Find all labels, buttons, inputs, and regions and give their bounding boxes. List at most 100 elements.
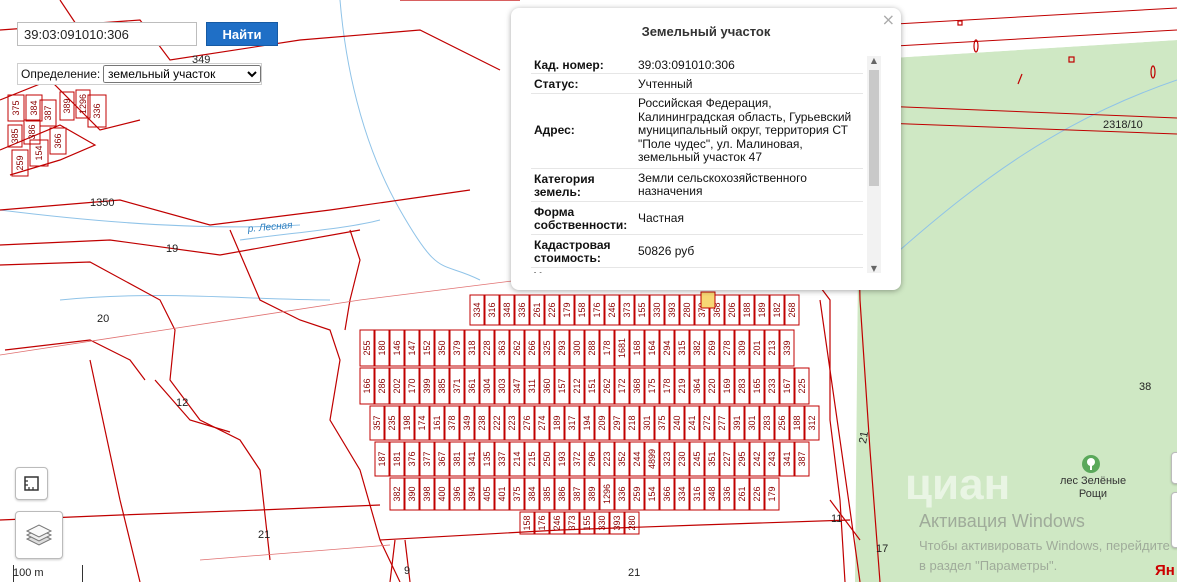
parcel-number: 250: [542, 451, 552, 466]
parcel-number: 349: [462, 415, 472, 430]
parcel-number: 272: [702, 415, 712, 430]
parcel-number: 348: [707, 486, 717, 501]
parcel-info-popup: × Земельный участок Кад. номер: 39:03:09…: [511, 8, 901, 290]
parcel-number: 155: [637, 302, 647, 317]
parcel-number: 283: [762, 415, 772, 430]
parcel-number: 227: [722, 451, 732, 466]
parcel-number: 386: [557, 486, 567, 501]
layers-button[interactable]: [15, 511, 63, 559]
info-value: Земли сельскохозяйственного назначения: [638, 171, 807, 198]
parcel-number: 400: [437, 486, 447, 501]
definition-select[interactable]: земельный участок: [103, 65, 261, 83]
parcel-number: 154: [647, 486, 657, 501]
parcel-number: 223: [602, 451, 612, 466]
parcel-number: 393: [612, 515, 622, 530]
parcel-number: 396: [452, 486, 462, 501]
ruler-icon: [24, 476, 39, 491]
parcel-number: 146: [392, 340, 402, 355]
parcel-number: 348: [502, 302, 512, 317]
parcel-number: 399: [422, 378, 432, 393]
definition-label: Определение:: [21, 67, 101, 81]
parcel-number: 371: [452, 378, 462, 393]
info-key: Адрес:: [534, 123, 575, 137]
parcel-number: 336: [92, 103, 102, 118]
parcel-number: 376: [407, 451, 417, 466]
zoom-control[interactable]: [1171, 452, 1177, 484]
parcel-number: 201: [752, 340, 762, 355]
info-row-ownership: Форма собственности: Частная: [531, 202, 863, 235]
parcel-number: 387: [43, 105, 53, 120]
road-thin-lines: [0, 279, 521, 561]
parcel-number: 157: [557, 378, 567, 393]
parcel-number: 166: [362, 378, 372, 393]
parcel-number: 325: [542, 340, 552, 355]
find-button[interactable]: Найти: [206, 22, 278, 46]
parcel-number: 277: [717, 415, 727, 430]
parcel-number: 286: [377, 378, 387, 393]
parcel-number: 174: [417, 415, 427, 430]
parcel-number: 368: [632, 378, 642, 393]
parcel-number: 165: [752, 378, 762, 393]
parcel-number: 278: [722, 340, 732, 355]
parcel-number: 309: [737, 340, 747, 355]
parcel-number: 255: [362, 340, 372, 355]
info-key: Категория земель:: [534, 172, 595, 199]
selected-parcel-marker: [700, 291, 716, 309]
parcel-number: 372: [572, 451, 582, 466]
scroll-thumb[interactable]: [869, 70, 879, 186]
popup-scrollbar[interactable]: ▲ ▼: [867, 56, 881, 273]
parcel-number: 167: [782, 378, 792, 393]
scroll-down-icon[interactable]: ▼: [867, 264, 881, 273]
parcel-number: 228: [482, 340, 492, 355]
parcel-number: 246: [607, 302, 617, 317]
parcel-number: 361: [467, 378, 477, 393]
map-area-label: 9: [404, 565, 410, 577]
parcel-number: 213: [767, 340, 777, 355]
parcel-number: 296: [587, 451, 597, 466]
info-key: Форма собственности:: [534, 205, 628, 232]
info-value: Российская Федерация, Калининградская об…: [638, 96, 852, 164]
parcel-number: 367: [437, 451, 447, 466]
parcel-number: 360: [542, 378, 552, 393]
info-value: 39:03:091010:306: [638, 58, 735, 72]
parcel-number: 280: [627, 515, 637, 530]
info-value: Частная: [638, 211, 684, 225]
parcel-number: 194: [582, 415, 592, 430]
parcel-number: 364: [692, 378, 702, 393]
parcel-number: 381: [452, 451, 462, 466]
parcel-number: 384: [29, 100, 39, 115]
parcel-number: 303: [497, 378, 507, 393]
parcel-number: 373: [567, 515, 577, 530]
parcel-number: 182: [772, 302, 782, 317]
info-key: Статус:: [534, 77, 579, 91]
parcel-number: 336: [617, 486, 627, 501]
parcel-number: 301: [642, 415, 652, 430]
parcel-number: 316: [692, 486, 702, 501]
parcel-number: 334: [472, 302, 482, 317]
popup-body[interactable]: Кад. номер: 39:03:091010:306 Статус: Учт…: [531, 56, 883, 273]
parcel-number: 206: [727, 302, 737, 317]
ruler-button[interactable]: [15, 467, 48, 500]
parcel-number: 323: [662, 451, 672, 466]
parcel-number: 230: [677, 451, 687, 466]
info-row-clarified: Уточненная: [531, 268, 863, 274]
parcel-number: 276: [522, 415, 532, 430]
scroll-up-icon[interactable]: ▲: [867, 56, 881, 65]
parcel-number: 158: [522, 515, 532, 530]
parcel-number: 179: [562, 302, 572, 317]
parcel-number: 316: [487, 302, 497, 317]
parcel-number: 241: [687, 415, 697, 430]
info-row-address: Адрес: Российская Федерация, Калининград…: [531, 94, 863, 169]
parcel-number: 317: [567, 415, 577, 430]
parcel-number: 288: [587, 340, 597, 355]
parcel-number: 202: [392, 378, 402, 393]
parcel-number: 147: [407, 340, 417, 355]
parcel-number: 193: [557, 451, 567, 466]
parcel-number: 375: [512, 486, 522, 501]
parcel-number: 243: [767, 451, 777, 466]
parcel-number: 262: [512, 340, 522, 355]
map-area-label: 38: [1139, 381, 1151, 393]
parcel-number: 304: [482, 378, 492, 393]
cadastral-search-input[interactable]: [17, 22, 197, 46]
parcel-number: 382: [692, 340, 702, 355]
